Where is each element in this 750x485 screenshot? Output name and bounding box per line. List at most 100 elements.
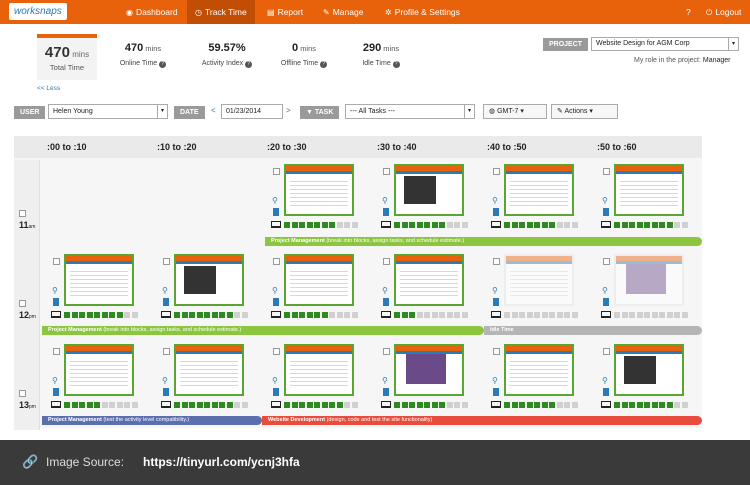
help-icon[interactable]: ? <box>159 61 167 68</box>
document-icon[interactable] <box>493 388 499 396</box>
task-band[interactable]: Project Management (break into blocks, a… <box>265 237 702 246</box>
screenshot-thumbnail[interactable] <box>614 164 684 216</box>
hour-checkbox[interactable] <box>19 210 26 217</box>
screenshot-checkbox[interactable] <box>603 258 610 265</box>
screenshot-checkbox[interactable] <box>163 348 170 355</box>
nav-report[interactable]: ▤ Report <box>259 0 311 24</box>
screenshot-thumbnail[interactable] <box>284 164 354 216</box>
document-icon[interactable] <box>603 388 609 396</box>
help-icon[interactable]: ? <box>245 61 253 68</box>
screenshot-thumbnail[interactable] <box>394 164 464 216</box>
zoom-icon[interactable]: ⚲ <box>272 376 278 385</box>
screenshot-thumbnail[interactable] <box>394 344 464 396</box>
screenshot-thumbnail[interactable] <box>284 254 354 306</box>
help-icon[interactable]: ? <box>678 0 699 24</box>
zoom-icon[interactable]: ⚲ <box>492 286 498 295</box>
image-source-url[interactable]: https://tinyurl.com/ycnj3hfa <box>143 455 300 469</box>
zoom-icon[interactable]: ⚲ <box>272 286 278 295</box>
zoom-icon[interactable]: ⚲ <box>52 376 58 385</box>
document-icon[interactable] <box>53 298 59 306</box>
screenshot-checkbox[interactable] <box>273 258 280 265</box>
screenshot-thumbnail[interactable] <box>504 344 574 396</box>
document-icon[interactable] <box>603 298 609 306</box>
screenshot-checkbox[interactable] <box>383 168 390 175</box>
task-band[interactable]: Website Development (design, code and te… <box>262 416 702 425</box>
screenshot-checkbox[interactable] <box>53 258 60 265</box>
project-select[interactable]: Website Design for AGM Corp ▾ <box>591 37 739 51</box>
task-band[interactable]: Idle Time <box>484 326 702 335</box>
screenshot-checkbox[interactable] <box>273 168 280 175</box>
screenshot-thumbnail[interactable] <box>284 344 354 396</box>
user-select[interactable]: Helen Young ▾ <box>48 104 168 119</box>
task-band[interactable]: Project Management (break into blocks, a… <box>42 326 484 335</box>
zoom-icon[interactable]: ⚲ <box>52 286 58 295</box>
document-icon[interactable] <box>273 298 279 306</box>
screenshot-checkbox[interactable] <box>603 348 610 355</box>
screenshot-thumbnail[interactable] <box>174 344 244 396</box>
zoom-icon[interactable]: ⚲ <box>162 376 168 385</box>
zoom-icon[interactable]: ⚲ <box>382 286 388 295</box>
screenshot-thumbnail[interactable] <box>504 254 574 306</box>
hour-checkbox[interactable] <box>19 300 26 307</box>
zoom-icon[interactable]: ⚲ <box>602 376 608 385</box>
nav-track-time[interactable]: ◷ Track Time <box>187 0 255 24</box>
nav-manage[interactable]: ✎ Manage <box>315 0 371 24</box>
screenshot-checkbox[interactable] <box>273 348 280 355</box>
zoom-icon[interactable]: ⚲ <box>492 196 498 205</box>
screenshot-checkbox[interactable] <box>493 168 500 175</box>
task-select[interactable]: --- All Tasks --- ▾ <box>345 104 475 119</box>
timezone-select[interactable]: ◍ GMT-7 ▾ <box>483 104 547 119</box>
date-next-button[interactable]: > <box>286 106 291 115</box>
document-icon[interactable] <box>53 388 59 396</box>
document-icon[interactable] <box>163 298 169 306</box>
zoom-icon[interactable]: ⚲ <box>492 376 498 385</box>
document-icon[interactable] <box>383 298 389 306</box>
zoom-icon[interactable]: ⚲ <box>602 196 608 205</box>
zoom-icon[interactable]: ⚲ <box>162 286 168 295</box>
zoom-icon[interactable]: ⚲ <box>382 196 388 205</box>
nav-dashboard[interactable]: ◉ Dashboard <box>118 0 186 24</box>
screenshot-thumbnail[interactable] <box>504 164 574 216</box>
screenshot-checkbox[interactable] <box>493 348 500 355</box>
screenshot-thumbnail[interactable] <box>614 344 684 396</box>
screenshot-checkbox[interactable] <box>383 258 390 265</box>
help-icon[interactable]: ? <box>320 61 328 68</box>
help-icon[interactable]: ? <box>392 61 400 68</box>
less-link[interactable]: << Less <box>37 85 60 92</box>
activity-level-bar <box>666 402 673 408</box>
date-prev-button[interactable]: < <box>211 106 216 115</box>
activity-level-bar <box>526 222 533 228</box>
date-input[interactable]: 01/23/2014 <box>221 104 283 119</box>
screenshot-checkbox[interactable] <box>163 258 170 265</box>
task-band[interactable]: Project Management (test the activity le… <box>42 416 262 425</box>
activity-level-bar <box>314 222 320 228</box>
document-icon[interactable] <box>493 208 499 216</box>
brand-logo[interactable]: worksnaps <box>9 3 67 20</box>
monitor-icon <box>381 311 391 318</box>
activity-level-bar <box>284 222 290 228</box>
screenshot-checkbox[interactable] <box>603 168 610 175</box>
screenshot-checkbox[interactable] <box>383 348 390 355</box>
hour-checkbox[interactable] <box>19 390 26 397</box>
zoom-icon[interactable]: ⚲ <box>272 196 278 205</box>
document-icon[interactable] <box>273 208 279 216</box>
screenshot-thumbnail[interactable] <box>614 254 684 306</box>
logout-link[interactable]: ⏻ Logout <box>698 0 749 24</box>
activity-level-bar <box>189 402 195 408</box>
document-icon[interactable] <box>383 208 389 216</box>
actions-button[interactable]: ✎ Actions ▾ <box>551 104 618 119</box>
document-icon[interactable] <box>493 298 499 306</box>
document-icon[interactable] <box>163 388 169 396</box>
screenshot-thumbnail[interactable] <box>394 254 464 306</box>
document-icon[interactable] <box>273 388 279 396</box>
zoom-icon[interactable]: ⚲ <box>602 286 608 295</box>
document-icon[interactable] <box>383 388 389 396</box>
screenshot-thumbnail[interactable] <box>64 344 134 396</box>
screenshot-thumbnail[interactable] <box>64 254 134 306</box>
screenshot-thumbnail[interactable] <box>174 254 244 306</box>
document-icon[interactable] <box>603 208 609 216</box>
screenshot-checkbox[interactable] <box>493 258 500 265</box>
screenshot-checkbox[interactable] <box>53 348 60 355</box>
nav-profile-settings[interactable]: ✲ Profile & Settings <box>377 0 468 24</box>
zoom-icon[interactable]: ⚲ <box>382 376 388 385</box>
